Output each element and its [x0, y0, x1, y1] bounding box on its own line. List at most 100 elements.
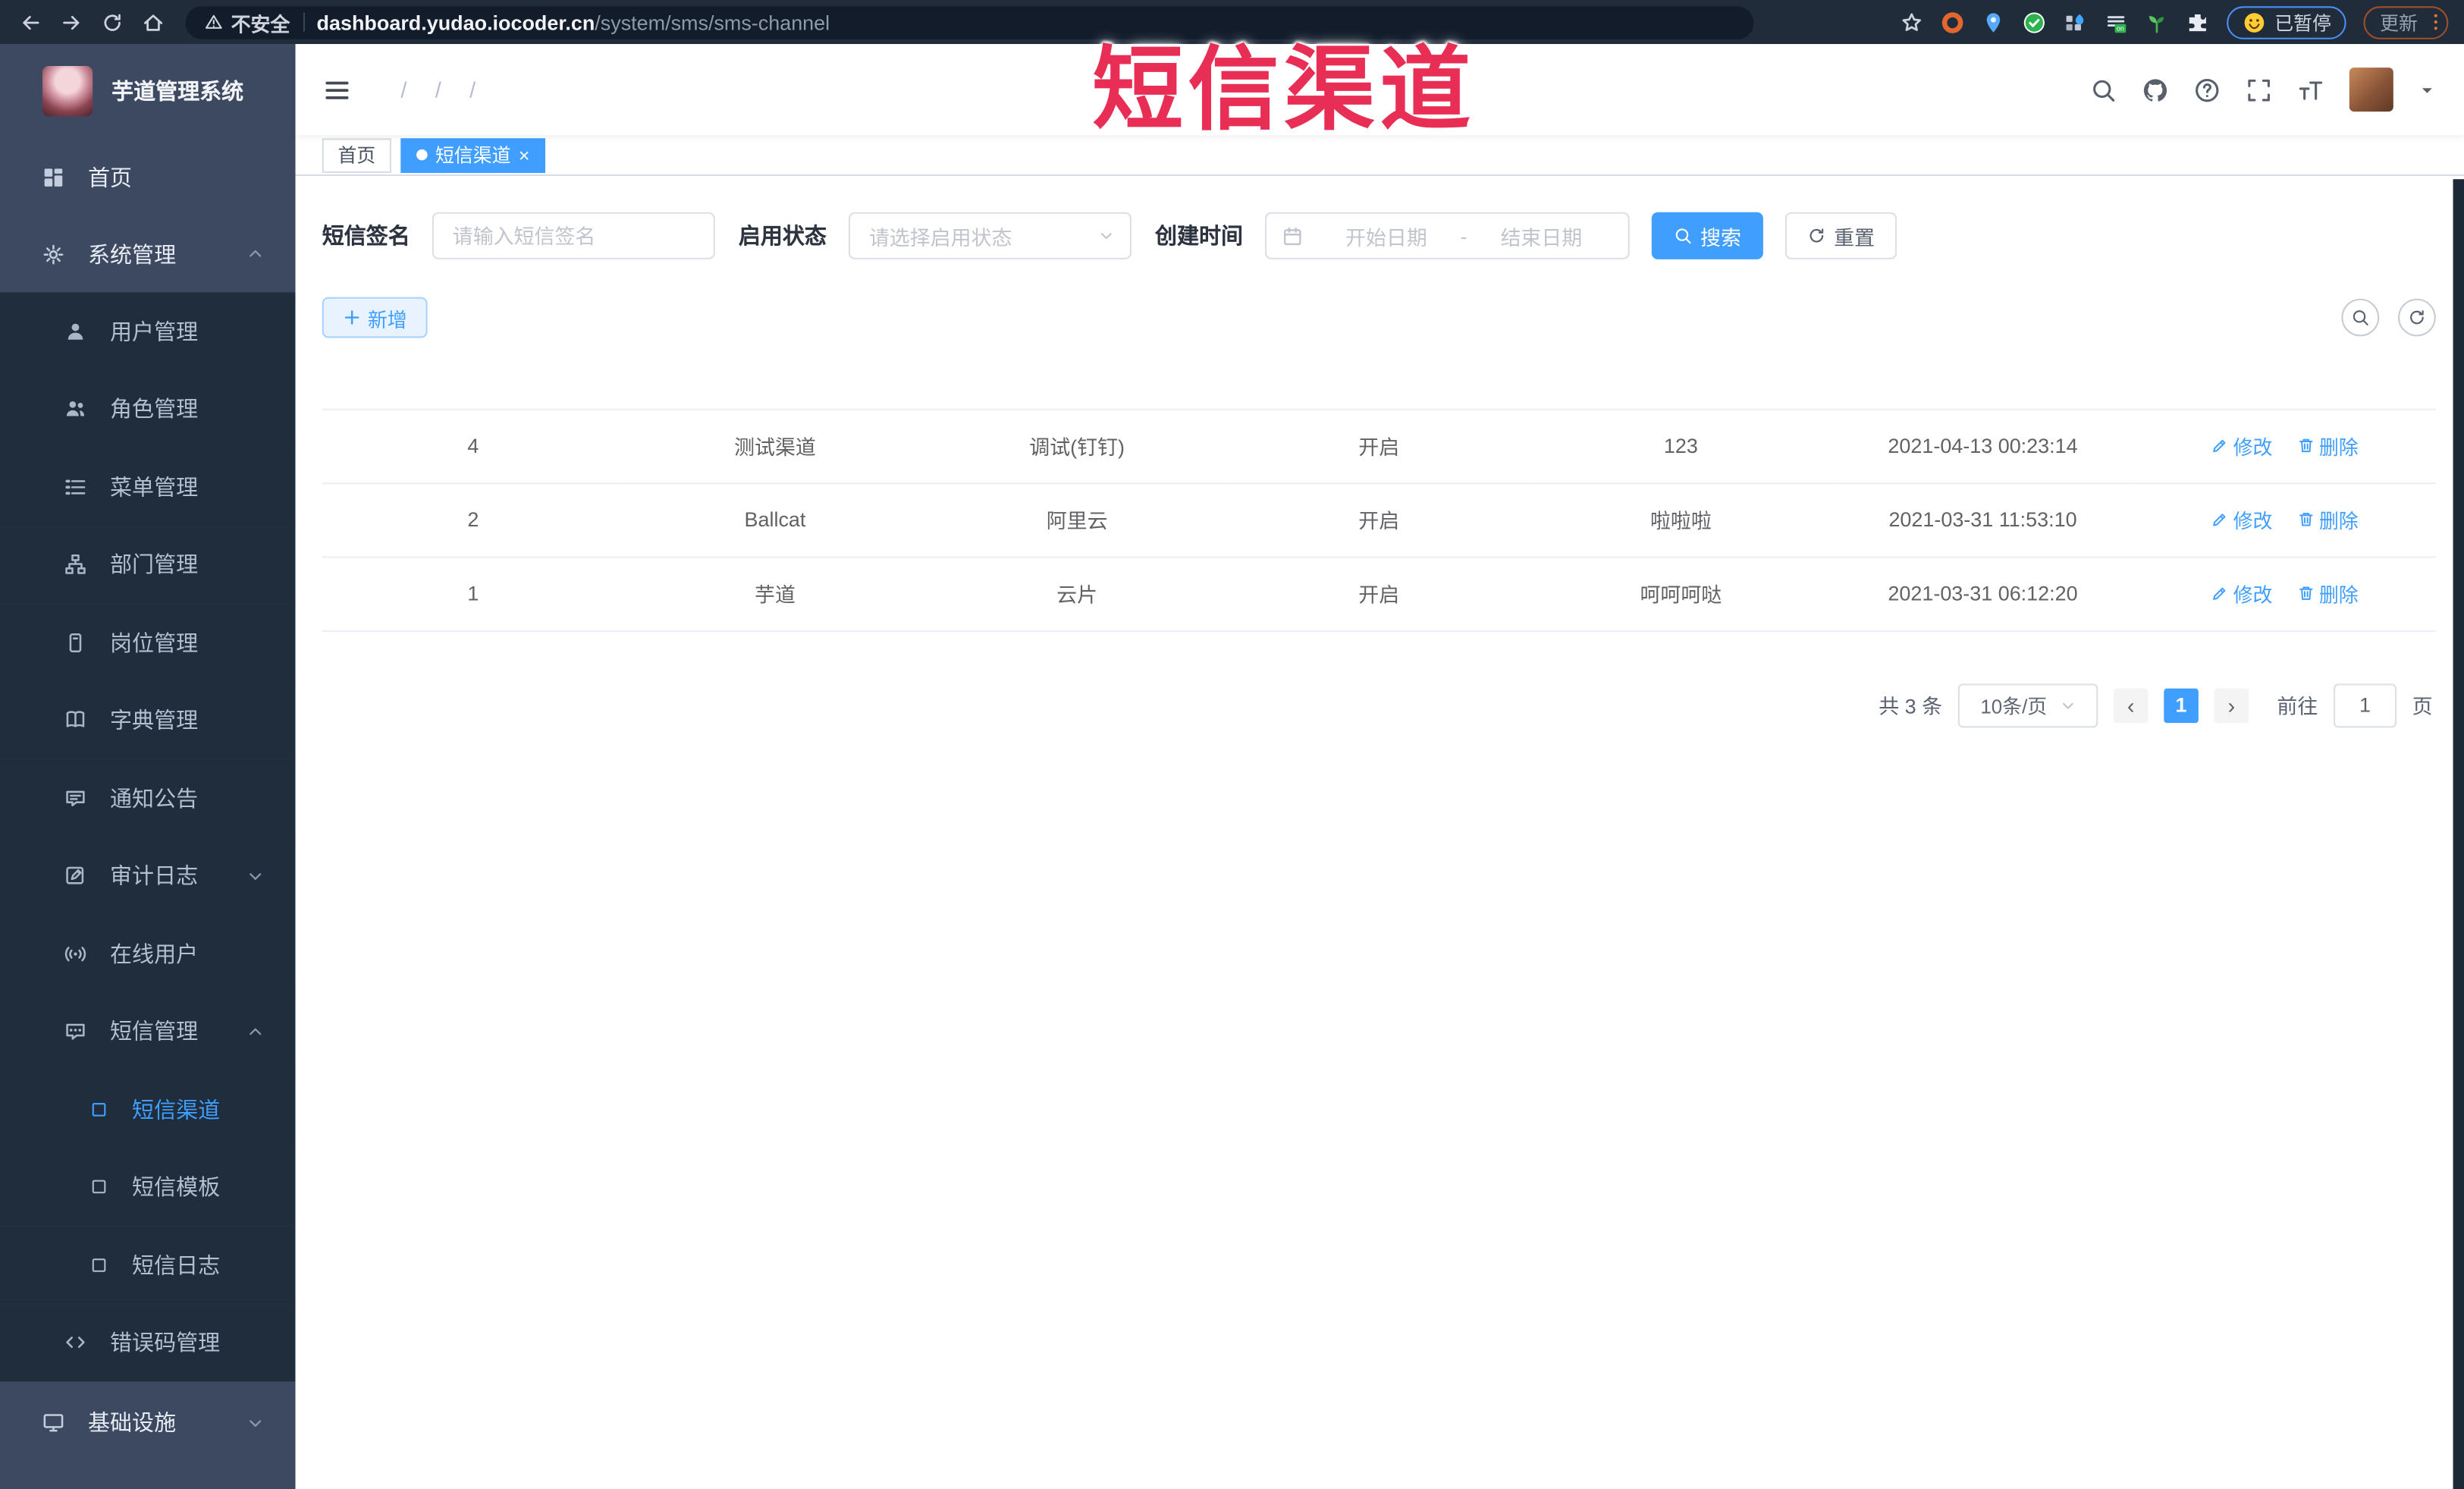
end-date-input[interactable]: 结束日期 [1471, 221, 1612, 250]
table-toolbar: 新增 [322, 297, 2436, 338]
sidebar-item[interactable]: 角色管理 [0, 369, 296, 448]
delete-link[interactable]: 删除 [2297, 504, 2359, 534]
date-range-picker[interactable]: 开始日期 - 结束日期 [1265, 212, 1630, 259]
url-path[interactable]: /system/sms/sms-channel [595, 10, 830, 33]
prev-page-button[interactable]: ‹ [2113, 687, 2149, 723]
menu-dots-icon[interactable] [2433, 14, 2437, 30]
edit-link[interactable]: 修改 [2211, 431, 2272, 460]
sidebar-item[interactable]: 短信模板 [0, 1148, 296, 1227]
sidebar-item[interactable]: 岗位管理 [0, 603, 296, 682]
sidebar-item[interactable]: 短信渠道 [0, 1070, 296, 1148]
page-number-button[interactable]: 1 [2164, 687, 2199, 723]
sidebar-item[interactable]: 短信日志 [0, 1226, 296, 1304]
signature-input[interactable] [432, 212, 715, 259]
back-icon[interactable] [9, 2, 50, 42]
next-page-button[interactable]: › [2214, 687, 2249, 723]
reload-icon[interactable] [91, 2, 132, 42]
status-select[interactable]: 请选择启用状态 [848, 212, 1132, 259]
sidebar-item[interactable]: 审计日志 [0, 837, 296, 915]
goto-page-input[interactable]: 1 [2334, 683, 2397, 727]
address-bar[interactable]: 不安全 dashboard.yudao.iocoder.cn /system/s… [185, 5, 1754, 39]
forward-icon[interactable] [50, 2, 91, 42]
sidebar-item[interactable]: 系统管理 [0, 215, 296, 293]
delete-icon [2297, 585, 2315, 602]
table-row: 1 芋道 云片 开启 呵呵呵哒 2021-03-31 06:12:20 修改 删… [322, 556, 2436, 631]
reset-button[interactable]: 重置 [1784, 212, 1897, 259]
refresh-table-button[interactable] [2398, 298, 2436, 337]
paused-extension-badge[interactable]: 已暂停 [2227, 5, 2347, 39]
sidebar-item[interactable]: 部门管理 [0, 526, 296, 604]
tab[interactable]: 首页 × [322, 137, 391, 172]
search-button[interactable]: 搜索 [1651, 212, 1763, 259]
edit-icon [2211, 437, 2229, 454]
filter-form: 短信签名 启用状态 请选择启用状态 创建时间 开始日期 - 结束日期 [322, 212, 2436, 259]
caret-down-icon[interactable] [2418, 81, 2436, 99]
sidebar-item[interactable]: 在线用户 [0, 914, 296, 993]
sidebar-item[interactable]: 短信管理 [0, 992, 296, 1071]
avatar[interactable] [2349, 68, 2393, 112]
bookmark-star-icon[interactable] [1901, 10, 1924, 33]
toggle-search-button[interactable] [2341, 298, 2380, 337]
sidebar-item[interactable]: 用户管理 [0, 292, 296, 370]
screen: 不安全 dashboard.yudao.iocoder.cn /system/s… [0, 0, 2464, 1489]
delete-link[interactable]: 删除 [2297, 579, 2359, 608]
font-size-icon[interactable] [2297, 76, 2324, 102]
users-icon [64, 398, 86, 420]
docs-question-icon[interactable] [2194, 76, 2221, 102]
tab[interactable]: 短信渠道 × [400, 137, 546, 172]
sidebar-item[interactable]: 错误码管理 [0, 1303, 296, 1382]
column-header [322, 363, 624, 410]
breadcrumb-item[interactable] [421, 77, 455, 102]
home-icon[interactable] [132, 2, 173, 42]
search-icon[interactable] [2090, 76, 2117, 102]
breadcrumb-item[interactable] [387, 77, 421, 102]
page-size-select[interactable]: 10条/页 [1957, 683, 2098, 727]
monitor-icon [42, 1412, 64, 1434]
column-header [2133, 363, 2436, 410]
ext-green-check-icon[interactable] [2023, 10, 2047, 33]
browser-nav-icons [9, 2, 172, 42]
cell-remark: 啦啦啦 [1530, 482, 1832, 558]
column-header [1228, 363, 1530, 410]
ext-puzzle-icon[interactable] [2186, 10, 2210, 33]
active-dot-icon [416, 149, 428, 161]
start-date-input[interactable]: 开始日期 [1315, 221, 1457, 250]
sidebar-item[interactable]: 菜单管理 [0, 448, 296, 526]
app-logo-row[interactable]: 芋道管理系统 [0, 44, 296, 138]
add-button[interactable]: 新增 [322, 297, 428, 338]
table-header-row [322, 363, 2436, 410]
edit-link[interactable]: 修改 [2211, 504, 2272, 534]
chevron-icon [246, 1023, 264, 1040]
sidebar-item[interactable]: 首页 [0, 138, 296, 215]
chevron-down-icon [2060, 697, 2076, 713]
ext-grid-drop-icon[interactable] [2064, 10, 2088, 33]
refresh-icon [2407, 308, 2426, 327]
table-tools [2341, 298, 2436, 337]
ext-blue-pin-icon[interactable] [1982, 10, 2006, 33]
cell-id: 1 [322, 556, 624, 631]
ext-on-badge-icon[interactable]: on [2105, 10, 2129, 33]
hamburger-icon[interactable] [324, 76, 350, 102]
page-scrollbar[interactable] [2453, 179, 2464, 1489]
sidebar-item[interactable]: 基础设施 [0, 1381, 296, 1464]
cell-status: 开启 [1228, 408, 1530, 484]
cell-remark: 呵呵呵哒 [1530, 556, 1832, 631]
fullscreen-icon[interactable] [2246, 76, 2272, 102]
github-icon[interactable] [2142, 76, 2168, 102]
url-host[interactable]: dashboard.yudao.iocoder.cn [317, 10, 595, 33]
close-icon[interactable]: × [519, 146, 530, 165]
gear-icon [42, 243, 64, 265]
security-label[interactable]: 不安全 [231, 7, 290, 36]
ext-orange-ring-icon[interactable] [1941, 10, 1965, 33]
sidebar-item[interactable]: 字典管理 [0, 681, 296, 759]
ext-sprout-icon[interactable] [2145, 10, 2169, 33]
breadcrumb-item[interactable] [455, 77, 489, 102]
annotation-title: 短信渠道 [1092, 39, 1476, 142]
cell-signature: 芋道 [623, 556, 927, 631]
sidebar-item[interactable]: 通知公告 [0, 759, 296, 837]
delete-link[interactable]: 删除 [2297, 431, 2359, 460]
browser-update-button[interactable]: 更新 [2364, 5, 2449, 39]
cell-code: 阿里云 [926, 482, 1229, 558]
edit-link[interactable]: 修改 [2211, 579, 2272, 608]
navbar-right-icons [2090, 68, 2436, 112]
